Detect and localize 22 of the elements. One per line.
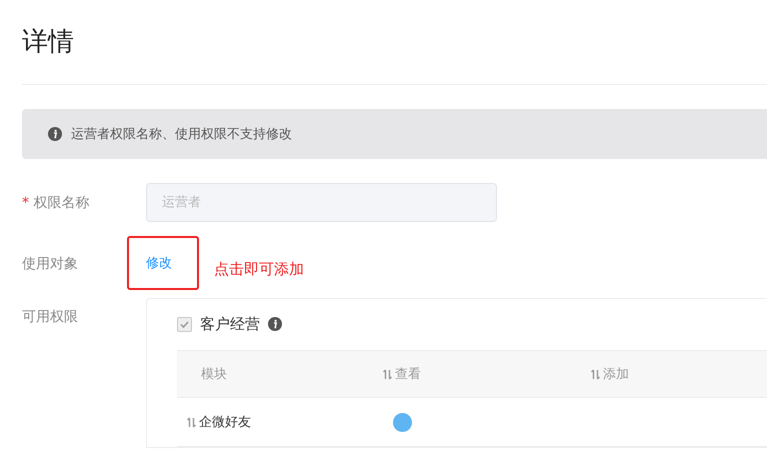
table-cell: 企微好友 [177, 413, 383, 431]
sort-icon[interactable] [383, 368, 392, 380]
sort-icon[interactable] [187, 416, 196, 428]
input-field[interactable]: 运营者 [146, 183, 497, 222]
column-header: 模块 [200, 366, 228, 383]
check-icon [180, 320, 189, 328]
required-mark: * [22, 194, 29, 210]
info-icon [48, 127, 62, 141]
checkbox[interactable] [177, 316, 192, 332]
info-icon [268, 317, 282, 331]
field-label: 使用对象 [22, 255, 79, 273]
radio-dot[interactable] [393, 412, 412, 432]
column-header: 查看 [383, 365, 591, 383]
field-label: 可用权限 [22, 308, 79, 326]
notice-text: 运营者权限名称、使用权限不支持修改 [71, 126, 292, 143]
annotation-text: 点击即可添加 [214, 260, 304, 279]
page-title: 详情 [22, 26, 75, 59]
group-title: 客户经营 [200, 314, 260, 334]
column-header: 添加 [591, 365, 767, 383]
sort-icon[interactable] [591, 368, 600, 380]
field-label: * 权限名称 [22, 194, 90, 212]
edit-link[interactable]: 修改 [146, 254, 172, 272]
